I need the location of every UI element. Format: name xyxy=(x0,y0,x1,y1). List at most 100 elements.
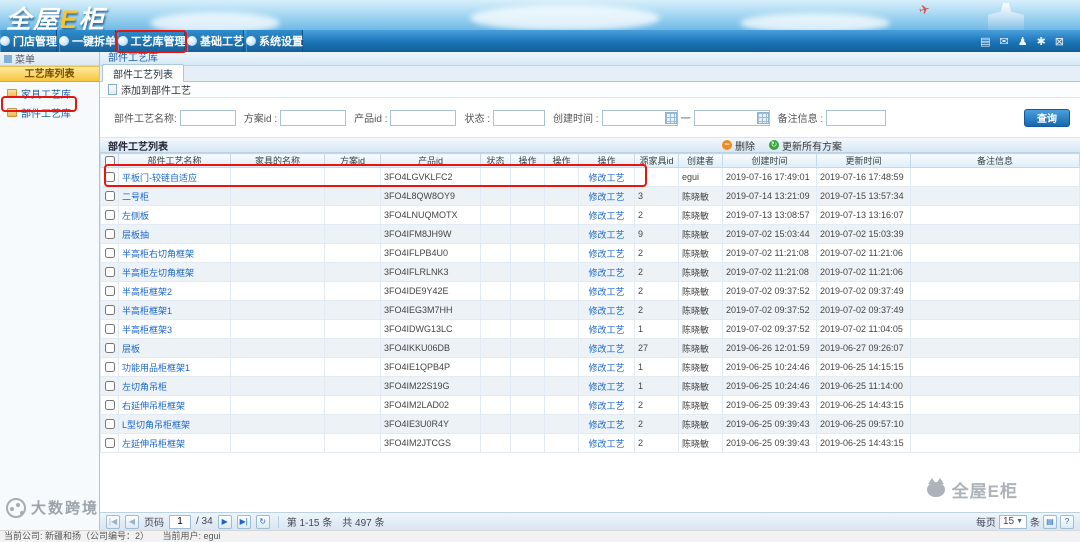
modify-process-link[interactable]: 修改工艺 xyxy=(588,401,624,411)
col-operation-2[interactable]: 操作 xyxy=(544,153,579,168)
help-icon[interactable]: ? xyxy=(1060,514,1074,529)
app-grid-icon[interactable]: ▤ xyxy=(980,35,990,48)
row-checkbox[interactable] xyxy=(104,438,115,449)
select-all-checkbox[interactable] xyxy=(104,155,115,166)
col-creator[interactable]: 创建者 xyxy=(678,153,723,168)
modify-process-link[interactable]: 修改工艺 xyxy=(588,287,624,297)
row-checkbox[interactable] xyxy=(104,362,115,373)
col-scheme-id[interactable]: 方案id xyxy=(324,153,381,168)
prev-page-button[interactable]: ◀ xyxy=(125,514,139,529)
operation-1-cell xyxy=(510,281,545,301)
row-checkbox[interactable] xyxy=(104,267,115,278)
modify-process-link[interactable]: 修改工艺 xyxy=(588,363,624,373)
col-operation-1[interactable]: 操作 xyxy=(510,153,545,168)
row-checkbox[interactable] xyxy=(104,229,115,240)
col-part-process-name[interactable]: 部件工艺名称 xyxy=(118,153,231,168)
part-process-name-link[interactable]: 半高柜框架3 xyxy=(122,325,172,335)
col-created-time[interactable]: 创建时间 xyxy=(722,153,817,168)
part-process-name-link[interactable]: 右延伸吊柜框架 xyxy=(122,401,185,411)
part-process-name-link[interactable]: 左切角吊柜 xyxy=(122,382,167,392)
col-operation-3[interactable]: 操作 xyxy=(578,153,635,168)
col-product-id[interactable]: 产品id xyxy=(380,153,481,168)
row-checkbox[interactable] xyxy=(104,191,115,202)
part-process-name-link[interactable]: 左侧板 xyxy=(122,211,149,221)
part-process-name-link[interactable]: 半高柜左切角框架 xyxy=(122,268,194,278)
row-checkbox[interactable] xyxy=(104,286,115,297)
next-page-button[interactable]: ▶ xyxy=(217,514,232,529)
remark-cell xyxy=(910,338,1080,358)
modify-process-link[interactable]: 修改工艺 xyxy=(588,249,624,259)
nav-tab-system-settings[interactable]: 系统设置 xyxy=(246,30,303,52)
monitor-icon[interactable]: ⊠ xyxy=(1055,35,1064,48)
part-process-name-link[interactable]: 层板抽 xyxy=(122,230,149,240)
furniture-name-cell xyxy=(230,395,325,415)
row-checkbox[interactable] xyxy=(104,343,115,354)
scheme-id-input[interactable] xyxy=(280,109,347,126)
updated-time-cell: 2019-06-25 14:15:15 xyxy=(816,357,911,377)
row-checkbox[interactable] xyxy=(104,381,115,392)
remark-input[interactable] xyxy=(826,109,887,126)
part-process-name-link[interactable]: 平板门-较链自适应 xyxy=(122,173,197,183)
part-process-name-link[interactable]: 层板 xyxy=(122,344,140,354)
modify-process-link[interactable]: 修改工艺 xyxy=(588,211,624,221)
modify-process-link[interactable]: 修改工艺 xyxy=(588,344,624,354)
col-remark[interactable]: 备注信息 xyxy=(910,153,1080,168)
row-checkbox[interactable] xyxy=(104,172,115,183)
nav-tab-process-library-management[interactable]: 工艺库管理 xyxy=(117,30,186,52)
tab-part-process-list[interactable]: 部件工艺列表 xyxy=(102,64,184,82)
mail-icon[interactable]: ✉ xyxy=(999,35,1008,48)
scheme-id-cell xyxy=(324,262,381,282)
grid-settings-icon[interactable]: ▤ xyxy=(1043,514,1057,529)
per-page-select[interactable]: 15 ▼ xyxy=(998,514,1027,529)
part-process-name-input[interactable] xyxy=(179,109,236,126)
row-checkbox[interactable] xyxy=(104,324,115,335)
nav-tab-basic-process[interactable]: 基础工艺 xyxy=(187,30,244,52)
col-updated-time[interactable]: 更新时间 xyxy=(816,153,911,168)
modify-process-link[interactable]: 修改工艺 xyxy=(588,306,624,316)
row-checkbox[interactable] xyxy=(104,305,115,316)
status-input[interactable] xyxy=(493,109,546,126)
calendar-icon[interactable] xyxy=(664,111,677,124)
modify-process-link[interactable]: 修改工艺 xyxy=(588,173,624,183)
product-id-input[interactable] xyxy=(390,109,457,126)
part-process-name-link[interactable]: 二号柜 xyxy=(122,192,149,202)
gear-icon[interactable]: ✱ xyxy=(1037,35,1046,48)
part-process-name-link[interactable]: 半高柜框架2 xyxy=(122,287,172,297)
modify-process-link[interactable]: 修改工艺 xyxy=(588,192,624,202)
part-process-name-link[interactable]: 半高柜右切角框架 xyxy=(122,249,194,259)
row-checkbox[interactable] xyxy=(104,248,115,259)
table-row: 左切角吊柜 3FO4IM22S19G 修改工艺 1 陈晓敏 2019-06-25… xyxy=(100,376,1080,396)
sidebar-section-process-library-list[interactable]: 工艺库列表 xyxy=(0,66,99,82)
part-process-name-link[interactable]: 半高柜框架1 xyxy=(122,306,172,316)
calendar-icon[interactable] xyxy=(756,111,769,124)
user-icon[interactable]: ♟ xyxy=(1018,35,1028,48)
row-checkbox[interactable] xyxy=(104,419,115,430)
modify-process-link[interactable]: 修改工艺 xyxy=(588,230,624,240)
last-page-button[interactable]: ▶| xyxy=(236,514,251,529)
row-checkbox[interactable] xyxy=(104,210,115,221)
row-checkbox[interactable] xyxy=(104,400,115,411)
app-header: 全屋E柜 ✈ xyxy=(0,0,1080,30)
nav-tab-store-management[interactable]: 门店管理 xyxy=(0,30,57,52)
col-furniture-name[interactable]: 家具的名称 xyxy=(230,153,325,168)
part-process-name-link[interactable]: 左延伸吊柜框架 xyxy=(122,439,185,449)
modify-process-link[interactable]: 修改工艺 xyxy=(588,439,624,449)
col-source-furniture-id[interactable]: 源家具id xyxy=(634,153,679,168)
nav-tab-one-click-split[interactable]: 一键拆单 xyxy=(59,30,116,52)
col-status[interactable]: 状态 xyxy=(480,153,511,168)
refresh-button[interactable]: ↻ xyxy=(255,514,270,529)
part-process-name-link[interactable]: 功能用品柜框架1 xyxy=(122,363,190,373)
sidebar-item-furniture-process-library[interactable]: 家具工艺库 xyxy=(3,85,96,102)
sidebar-item-part-process-library[interactable]: 部件工艺库 xyxy=(3,104,96,121)
add-to-part-process-button[interactable]: 添加到部件工艺 xyxy=(121,82,191,97)
update-all-schemes-button[interactable]: ↻ 更新所有方案 xyxy=(769,138,842,153)
query-button[interactable]: 查询 xyxy=(1024,108,1070,127)
modify-process-link[interactable]: 修改工艺 xyxy=(588,268,624,278)
delete-button[interactable]: − 删除 xyxy=(722,138,755,153)
part-process-name-link[interactable]: L型切角吊柜框架 xyxy=(122,420,190,430)
modify-process-link[interactable]: 修改工艺 xyxy=(588,325,624,335)
modify-process-link[interactable]: 修改工艺 xyxy=(588,382,624,392)
first-page-button[interactable]: |◀ xyxy=(106,514,120,529)
page-number-input[interactable] xyxy=(169,514,191,529)
modify-process-link[interactable]: 修改工艺 xyxy=(588,420,624,430)
